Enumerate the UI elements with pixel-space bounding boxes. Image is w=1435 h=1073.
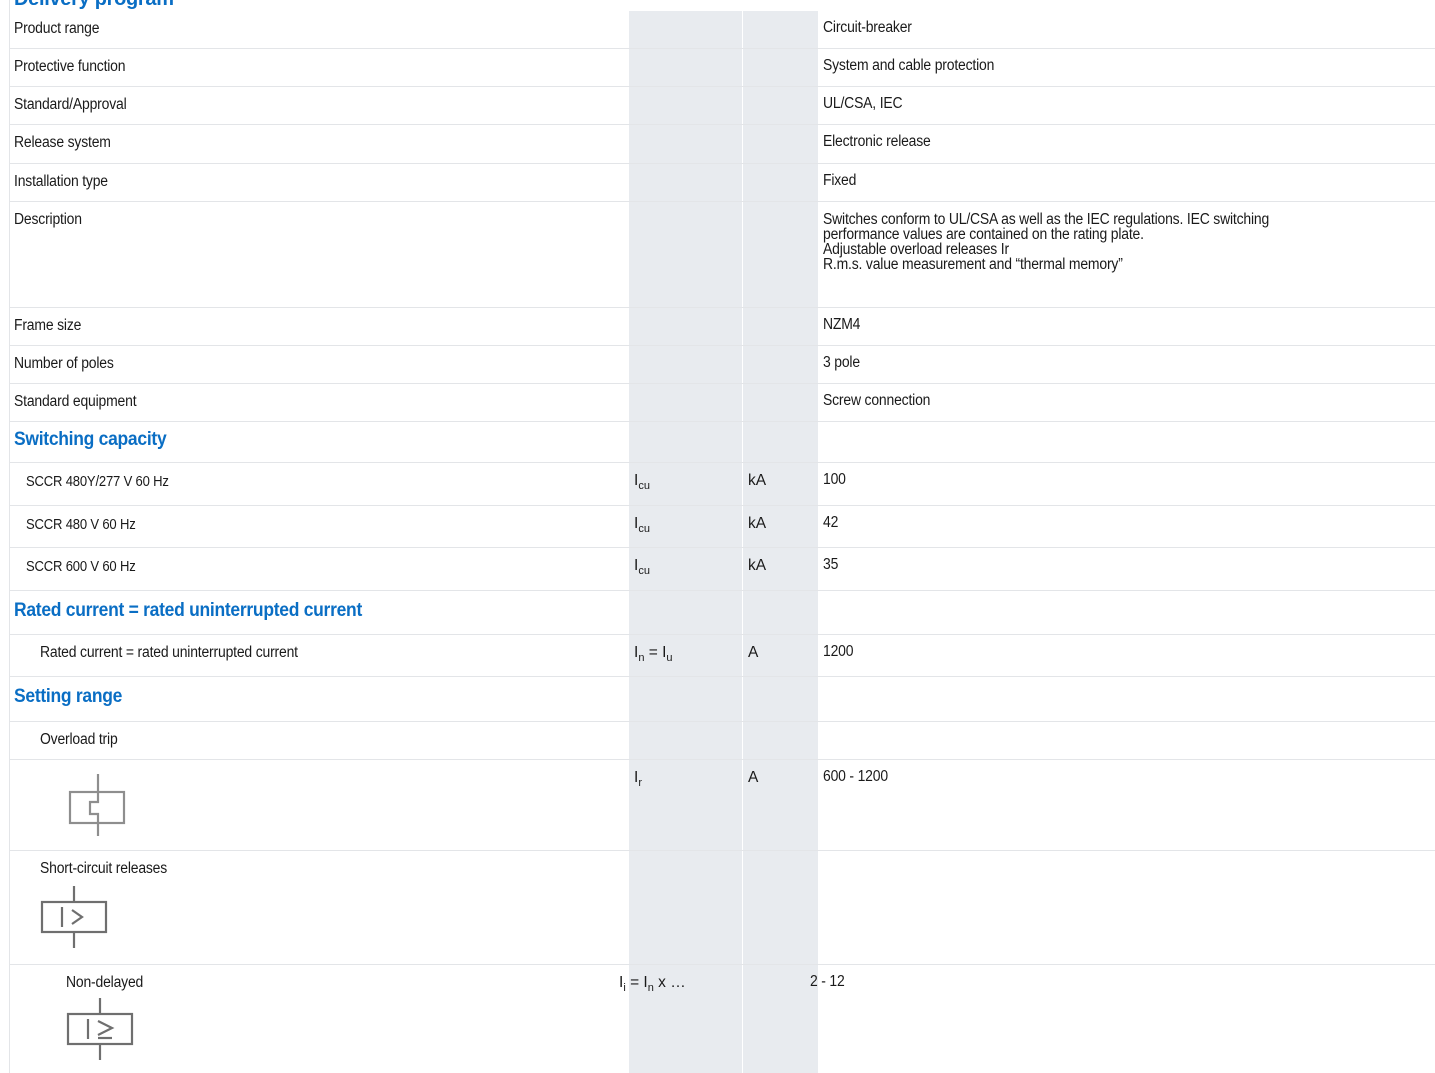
row-standard-equipment: Standard equipment Screw connection — [10, 384, 1435, 422]
row-unit: kA — [748, 515, 767, 532]
row-label: Installation type — [14, 173, 108, 190]
row-value: 42 — [823, 514, 839, 531]
row-overload-trip: Overload trip — [10, 722, 1435, 760]
row-label: SCCR 480Y/277 V 60 Hz — [26, 474, 169, 490]
row-label: SCCR 600 V 60 Hz — [26, 559, 136, 575]
row-symbol: Icu — [634, 557, 650, 577]
row-value: Circuit-breaker — [823, 19, 912, 36]
overload-release-symbol-icon — [68, 774, 126, 836]
row-symbol: Icu — [634, 472, 650, 492]
row-value: Electronic release — [823, 133, 931, 150]
description-text: Switches conform to UL/CSA as well as th… — [823, 211, 1363, 273]
row-sccr-600v: SCCR 600 V 60 Hz Icu kA 35 — [10, 548, 1435, 591]
row-product-range: Product range Circuit-breaker — [10, 11, 1435, 49]
row-label: Frame size — [14, 317, 82, 334]
row-label: Overload trip — [40, 731, 118, 748]
row-value: 600 - 1200 — [823, 768, 888, 785]
row-label: Non-delayed — [66, 974, 144, 991]
row-rated-current: Rated current = rated uninterrupted curr… — [10, 635, 1435, 677]
row-value: UL/CSA, IEC — [823, 95, 903, 112]
row-short-circuit-releases: Short-circuit releases — [10, 851, 1435, 965]
row-unit: A — [748, 769, 759, 786]
row-value: 3 pole — [823, 354, 860, 371]
row-symbol: Ir — [634, 769, 642, 789]
row-label: Number of poles — [14, 355, 114, 372]
section-rated-current: Rated current = rated uninterrupted curr… — [10, 591, 1435, 635]
row-value: Fixed — [823, 172, 857, 189]
description-line: R.m.s. value measurement and “thermal me… — [823, 256, 1123, 273]
row-label: SCCR 480 V 60 Hz — [26, 517, 136, 533]
row-standard-approval: Standard/Approval UL/CSA, IEC — [10, 87, 1435, 125]
row-symbol: Ii = In x … — [619, 974, 686, 994]
row-sccr-480y-277v: SCCR 480Y/277 V 60 Hz Icu kA 100 — [10, 463, 1435, 506]
row-symbol: Icu — [634, 515, 650, 535]
section-title: Setting range — [14, 686, 123, 707]
row-installation-type: Installation type Fixed — [10, 164, 1435, 202]
row-symbol: In = Iu — [634, 644, 673, 664]
row-label: Product range — [14, 20, 100, 37]
row-value: System and cable protection — [823, 57, 995, 74]
section-title: Switching capacity — [14, 429, 167, 450]
row-description: Description Switches conform to UL/CSA a… — [10, 202, 1435, 308]
row-label: Protective function — [14, 58, 126, 75]
row-label: Short-circuit releases — [40, 860, 168, 877]
row-label: Release system — [14, 134, 111, 151]
row-value: 1200 — [823, 643, 854, 660]
row-frame-size: Frame size NZM4 — [10, 308, 1435, 346]
row-unit: kA — [748, 557, 767, 574]
section-title: Rated current = rated uninterrupted curr… — [14, 600, 363, 621]
row-label: Standard equipment — [14, 393, 137, 410]
row-sccr-480v: SCCR 480 V 60 Hz Icu kA 42 — [10, 506, 1435, 548]
row-unit: A — [748, 644, 759, 661]
section-switching-capacity: Switching capacity — [10, 422, 1435, 463]
description-line: Switches conform to UL/CSA as well as th… — [823, 211, 1270, 228]
section-setting-range: Setting range — [10, 677, 1435, 722]
page-heading: Delivery program — [14, 0, 174, 11]
spec-sheet: Delivery program Product range Circuit-b… — [0, 0, 1435, 1073]
row-value: 100 — [823, 471, 846, 488]
row-protective-function: Protective function System and cable pro… — [10, 49, 1435, 87]
row-unit: kA — [748, 472, 767, 489]
row-value: 2 - 12 — [810, 973, 845, 990]
row-label: Rated current = rated uninterrupted curr… — [40, 644, 298, 661]
row-value: NZM4 — [823, 316, 861, 333]
row-non-delayed: Non-delayed Ii = In x … 2 - 12 — [10, 965, 1435, 1073]
row-overload-setting: Ir A 600 - 1200 — [10, 760, 1435, 851]
row-label: Description — [14, 211, 82, 228]
row-release-system: Release system Electronic release — [10, 125, 1435, 164]
description-line: Adjustable overload releases Ir — [823, 241, 1009, 258]
description-line: performance values are contained on the … — [823, 226, 1144, 243]
row-number-of-poles: Number of poles 3 pole — [10, 346, 1435, 384]
short-circuit-release-symbol-icon — [40, 886, 108, 948]
row-value: 35 — [823, 556, 839, 573]
row-value: Screw connection — [823, 392, 931, 409]
row-label: Standard/Approval — [14, 96, 127, 113]
instantaneous-release-symbol-icon — [66, 998, 134, 1060]
